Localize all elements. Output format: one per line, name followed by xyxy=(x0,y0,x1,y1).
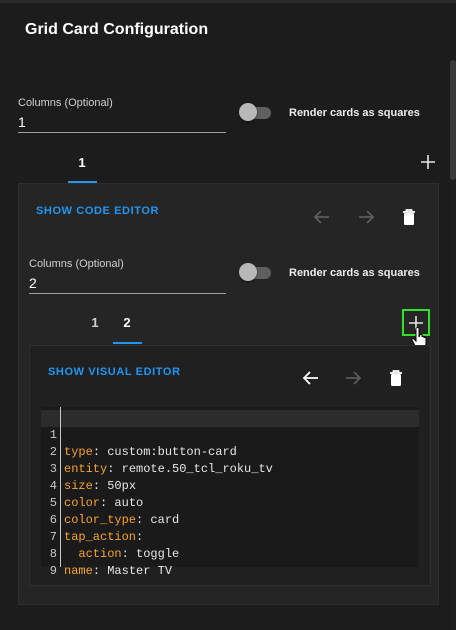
code-line: 6 tap_action: xyxy=(41,495,419,544)
code-line: 3 size: 50px xyxy=(41,444,419,493)
outer-delete-button[interactable] xyxy=(398,206,420,228)
inner-square-label: Render cards as squares xyxy=(289,267,420,279)
inner-tab-1[interactable]: 1 xyxy=(82,315,108,330)
outer-tab-1[interactable]: 1 xyxy=(68,155,96,170)
arrow-right-icon xyxy=(359,210,375,224)
outer-move-right-button[interactable] xyxy=(355,206,377,228)
line-number: 9 xyxy=(49,564,57,578)
outer-square-toggle[interactable] xyxy=(239,103,273,121)
inner-delete-button[interactable] xyxy=(385,367,407,389)
outer-columns-label: Columns (Optional) xyxy=(18,97,113,109)
show-code-editor-button[interactable]: SHOW CODE EDITOR xyxy=(36,205,159,217)
yaml-value: Master TV xyxy=(107,564,173,578)
outer-square-label: Render cards as squares xyxy=(289,107,420,119)
toggle-thumb xyxy=(239,263,257,281)
code-gutter-divider xyxy=(60,407,61,567)
inner-square-toggle[interactable] xyxy=(239,263,273,281)
code-line: 5 color_type: card xyxy=(41,478,419,527)
show-visual-editor-button[interactable]: SHOW VISUAL EDITOR xyxy=(48,366,181,378)
code-line: 9 xyxy=(41,546,419,578)
code-line: 8 name: Master TV xyxy=(41,529,419,578)
dialog-title: Grid Card Configuration xyxy=(25,21,209,38)
plus-icon xyxy=(421,155,435,169)
inner-columns-label: Columns (Optional) xyxy=(29,258,124,270)
code-line: 7 action: toggle xyxy=(41,512,419,561)
outer-columns-input[interactable] xyxy=(18,111,226,133)
code-line: 1 type: custom:button-card xyxy=(41,410,419,459)
arrow-left-icon xyxy=(302,371,318,385)
yaml-code-editor[interactable]: 1 type: custom:button-card 2 entity: rem… xyxy=(41,407,419,578)
inner-tab-indicator xyxy=(113,342,142,344)
code-line: 2 entity: remote.50_tcl_roku_tv xyxy=(41,427,419,476)
code-line: 4 color: auto xyxy=(41,461,419,510)
outer-columns-field: Columns (Optional) xyxy=(18,97,226,133)
arrow-left-icon xyxy=(313,210,329,224)
arrow-right-icon xyxy=(346,371,362,385)
outer-move-left-button[interactable] xyxy=(311,206,333,228)
trash-icon xyxy=(390,370,402,386)
yaml-separator: : xyxy=(92,564,108,578)
inner-move-left-button[interactable] xyxy=(300,367,322,389)
toggle-thumb xyxy=(239,103,257,121)
inner-columns-field: Columns (Optional) xyxy=(29,258,226,294)
inner-tab-2[interactable]: 2 xyxy=(113,315,141,330)
inner-columns-input[interactable] xyxy=(29,272,226,294)
trash-icon xyxy=(403,209,415,225)
top-edge xyxy=(0,0,456,3)
outer-add-card-button[interactable] xyxy=(417,151,439,173)
scrollbar-thumb[interactable] xyxy=(450,60,456,180)
inner-move-right-button[interactable] xyxy=(342,367,364,389)
